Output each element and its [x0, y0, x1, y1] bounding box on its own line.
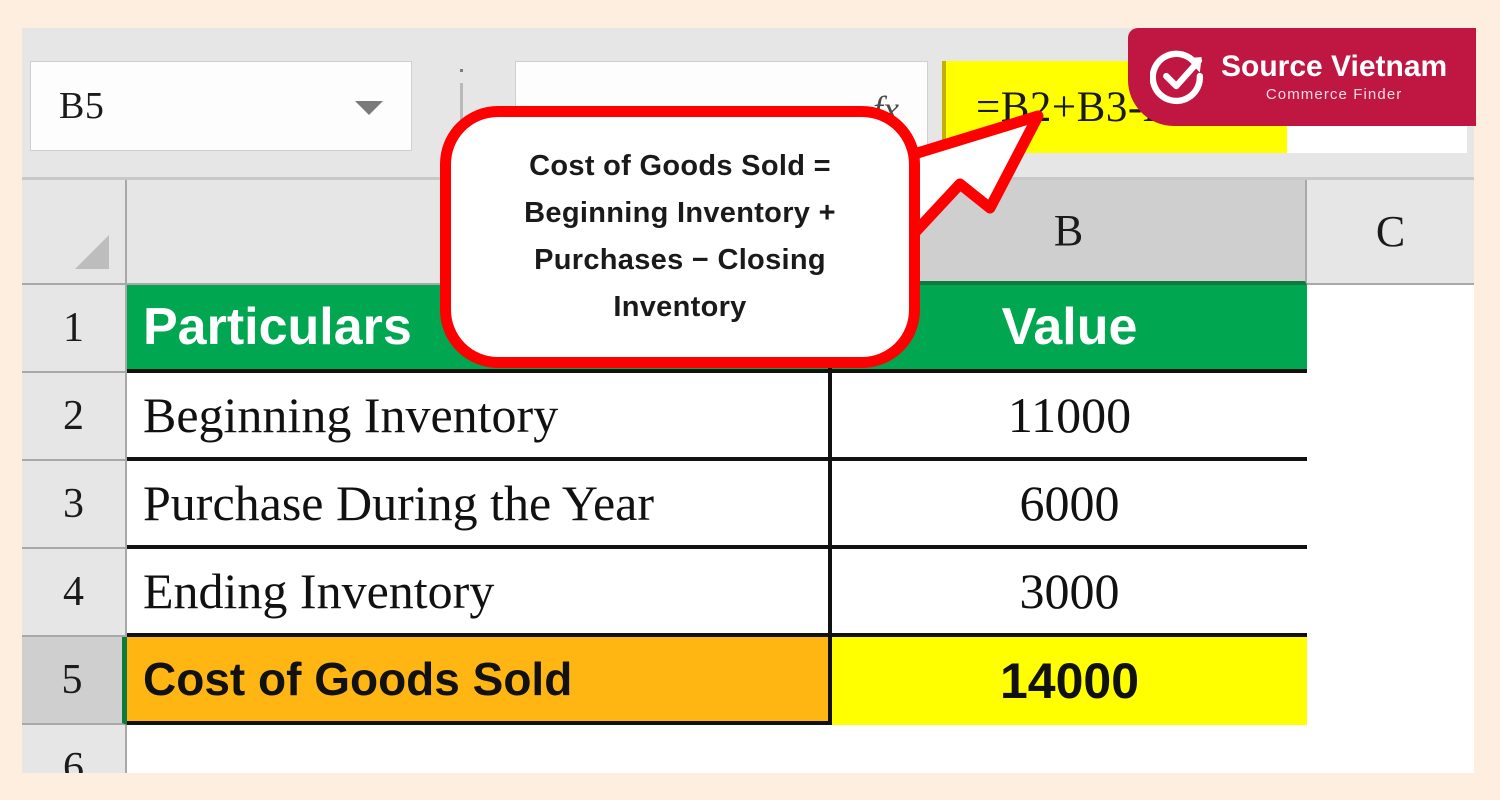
table-row: Cost of Goods Sold 14000	[127, 637, 1474, 725]
formula-callout: Cost of Goods Sold = Beginning Inventory…	[430, 88, 1050, 388]
row-header-column: 1 2 3 4 5 6	[22, 285, 127, 773]
cell-c6[interactable]	[1307, 725, 1474, 773]
name-box[interactable]: B5	[30, 61, 412, 151]
callout-text: Cost of Goods Sold = Beginning Inventory…	[524, 150, 836, 323]
cell-b4[interactable]: 3000	[832, 549, 1307, 637]
row-header-6[interactable]: 6	[22, 725, 127, 773]
cell-a4[interactable]: Ending Inventory	[127, 549, 832, 637]
cell-c3[interactable]	[1307, 461, 1474, 549]
name-box-value: B5	[59, 85, 105, 127]
table-row: Purchase During the Year 6000	[127, 461, 1474, 549]
row-header-2[interactable]: 2	[22, 373, 127, 461]
row-header-3[interactable]: 3	[22, 461, 127, 549]
check-arrow-circle-icon	[1150, 50, 1204, 105]
row-header-4[interactable]: 4	[22, 549, 127, 637]
cell-c4[interactable]	[1307, 549, 1474, 637]
select-all-triangle-icon	[75, 235, 109, 269]
row-header-1[interactable]: 1	[22, 285, 127, 373]
table-row: Ending Inventory 3000	[127, 549, 1474, 637]
cell-b5[interactable]: 14000	[832, 637, 1307, 725]
watermark-subtitle: Commerce Finder	[1265, 85, 1403, 103]
callout-bubble: Cost of Goods Sold = Beginning Inventory…	[440, 106, 920, 368]
cell-a5[interactable]: Cost of Goods Sold	[127, 637, 832, 725]
watermark-title: Source Vietnam	[1221, 50, 1448, 84]
cell-a3[interactable]: Purchase During the Year	[127, 461, 832, 549]
watermark-text: Source Vietnam Commerce Finder	[1221, 51, 1447, 103]
table-row	[127, 725, 1474, 773]
column-header-c[interactable]: C	[1307, 180, 1474, 285]
cell-c5[interactable]	[1307, 637, 1474, 725]
cell-a6[interactable]	[127, 725, 832, 773]
cell-c2[interactable]	[1307, 373, 1474, 461]
cell-b6[interactable]	[832, 725, 1307, 773]
chevron-down-icon[interactable]	[355, 101, 383, 115]
row-header-5[interactable]: 5	[22, 637, 127, 725]
select-all-corner[interactable]	[22, 180, 127, 285]
watermark-logo: Source Vietnam Commerce Finder	[1128, 28, 1476, 126]
screenshot-canvas: B5 fx =B2+B3-B4 A B C	[0, 0, 1500, 800]
cell-b3[interactable]: 6000	[832, 461, 1307, 549]
cell-c1[interactable]	[1307, 285, 1474, 373]
